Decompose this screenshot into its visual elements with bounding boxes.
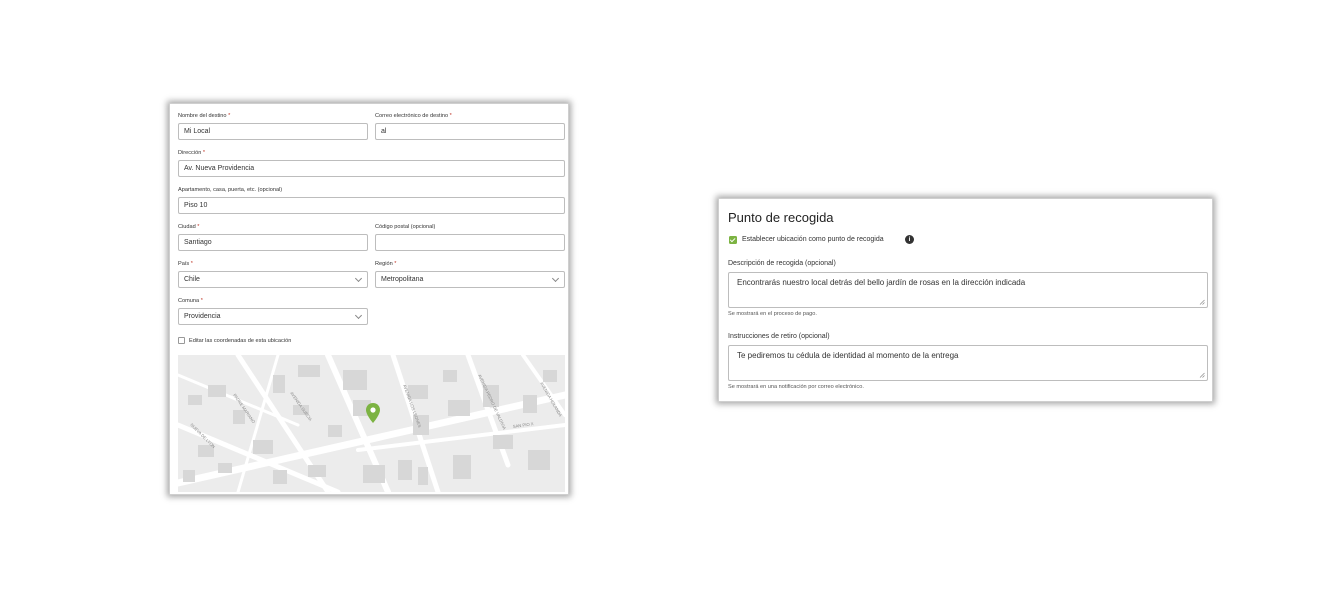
correo-label: Correo electrónico de destino *	[375, 113, 452, 119]
pickup-title: Punto de recogida	[728, 210, 834, 225]
nombre-input[interactable]: Mi Local	[178, 123, 368, 140]
comuna-value: Providencia	[184, 313, 221, 320]
comuna-select[interactable]: Providencia	[178, 308, 368, 325]
apartamento-input[interactable]: Piso 10	[178, 197, 565, 214]
editar-coordenadas-label[interactable]: Editar las coordenadas de esta ubicación	[189, 338, 291, 344]
ciudad-input[interactable]: Santiago	[178, 234, 368, 251]
location-map[interactable]: AVENIDA SUECIA AVENIDA LOS LEONES AVENID…	[178, 355, 565, 492]
info-icon[interactable]: i	[905, 235, 914, 244]
resize-grip-icon[interactable]	[1199, 372, 1205, 378]
chevron-down-icon	[354, 274, 363, 283]
pais-label: País *	[178, 261, 193, 267]
instrucciones-hint: Se mostrará en una notificación por corr…	[728, 384, 864, 390]
editar-coordenadas-checkbox[interactable]	[178, 337, 185, 344]
descripcion-value: Encontrarás nuestro local detrás del bel…	[737, 278, 1026, 287]
descripcion-textarea[interactable]: Encontrarás nuestro local detrás del bel…	[728, 272, 1208, 308]
location-pin-icon[interactable]	[366, 403, 380, 423]
apartamento-label: Apartamento, casa, puerta, etc. (opciona…	[178, 187, 283, 193]
instrucciones-textarea[interactable]: Te pediremos tu cédula de identidad al m…	[728, 345, 1208, 381]
comuna-label: Comuna *	[178, 298, 203, 304]
instrucciones-value: Te pediremos tu cédula de identidad al m…	[737, 351, 959, 360]
pickup-point-card: Punto de recogida Establecer ubicación c…	[718, 198, 1213, 402]
region-select[interactable]: Metropolitana	[375, 271, 565, 288]
location-form-card: Nombre del destino * Mi Local Correo ele…	[169, 103, 569, 495]
nombre-label: Nombre del destino *	[178, 113, 231, 119]
ciudad-label: Ciudad *	[178, 224, 200, 230]
establecer-checkbox[interactable]	[729, 236, 737, 244]
region-value: Metropolitana	[381, 276, 424, 283]
codigo-postal-label: Código postal (opcional)	[375, 224, 436, 230]
pais-value: Chile	[184, 276, 200, 283]
map-canvas: AVENIDA SUECIA AVENIDA LOS LEONES AVENID…	[178, 355, 565, 492]
establecer-label[interactable]: Establecer ubicación como punto de recog…	[742, 236, 884, 243]
instrucciones-label: Instrucciones de retiro (opcional)	[728, 333, 830, 340]
resize-grip-icon[interactable]	[1199, 299, 1205, 305]
pais-select[interactable]: Chile	[178, 271, 368, 288]
chevron-down-icon	[551, 274, 560, 283]
chevron-down-icon	[354, 311, 363, 320]
direccion-label: Dirección *	[178, 150, 206, 156]
direccion-input[interactable]: Av. Nueva Providencia	[178, 160, 565, 177]
correo-input[interactable]: al	[375, 123, 565, 140]
region-label: Región *	[375, 261, 397, 267]
codigo-postal-input[interactable]	[375, 234, 565, 251]
descripcion-hint: Se mostrará en el proceso de pago.	[728, 311, 817, 317]
descripcion-label: Descripción de recogida (opcional)	[728, 260, 836, 267]
